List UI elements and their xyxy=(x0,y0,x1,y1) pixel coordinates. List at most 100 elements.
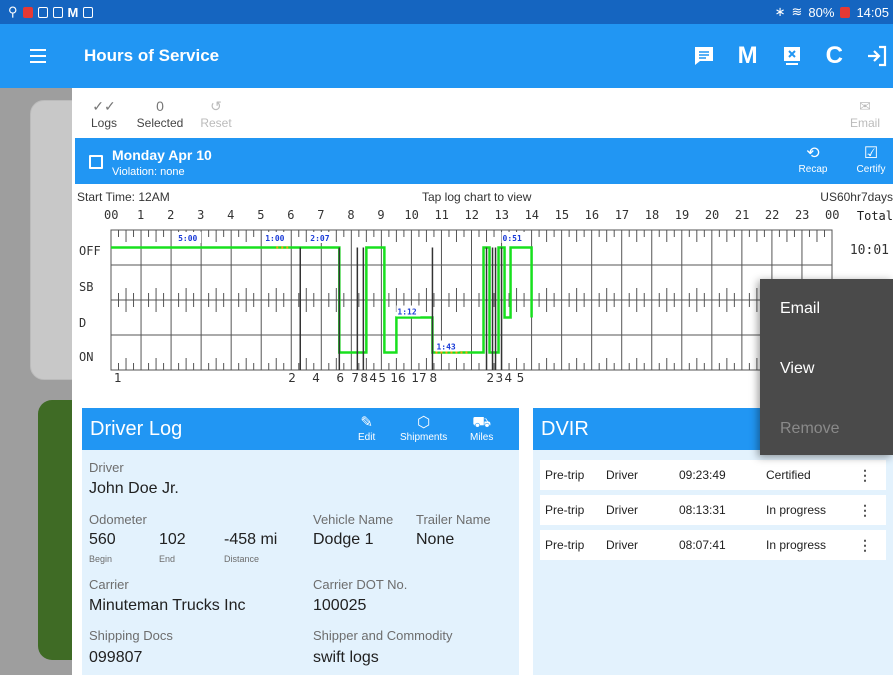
dvir-title: DVIR xyxy=(541,418,589,440)
menu-item-email[interactable]: Email xyxy=(760,279,893,339)
duration-label: 5:00 xyxy=(178,234,197,243)
edit-label: Edit xyxy=(358,432,376,443)
carrier-label: Carrier xyxy=(89,577,129,592)
wifi-icon: ≋ xyxy=(791,4,803,19)
odometer-distance: -458 mi xyxy=(224,531,278,548)
odometer-end: 102 xyxy=(159,531,186,548)
menu-item-remove[interactable]: Remove xyxy=(760,399,893,459)
event-number-label: 3 xyxy=(496,371,504,385)
dvir-status: Certified xyxy=(766,468,811,482)
dvir-status: In progress xyxy=(766,538,827,552)
begin-label: Begin xyxy=(89,554,113,564)
trailer-label: Trailer Name xyxy=(416,512,491,527)
reset-label: Reset xyxy=(200,116,232,130)
miles-label: Miles xyxy=(470,432,494,443)
logs-button[interactable]: ✓✓ Logs xyxy=(76,88,132,130)
dvir-row[interactable]: Pre-trip Driver 08:13:31 In progress ⋮ xyxy=(540,495,886,525)
dvir-time: 08:13:31 xyxy=(679,503,726,517)
event-number-label: 2 xyxy=(487,371,495,385)
selected-count: 0 xyxy=(156,98,164,114)
trailer-value: None xyxy=(416,531,455,548)
car-icon: ⛟ xyxy=(472,414,492,431)
duration-label: 2:07 xyxy=(310,234,329,243)
driver-log-header: Driver Log ✎ Edit ⬡ Shipments ⛟ Miles xyxy=(82,408,519,450)
message-icon[interactable] xyxy=(692,44,716,68)
carrier-value: Minuteman Trucks Inc xyxy=(89,597,246,614)
more-vert-icon[interactable]: ⋮ xyxy=(858,537,872,554)
more-vert-icon[interactable]: ⋮ xyxy=(858,467,872,484)
select-day-checkbox[interactable] xyxy=(89,155,103,169)
event-number-label: 1 xyxy=(114,371,122,385)
shipping-docs-label: Shipping Docs xyxy=(89,628,173,643)
image-icon xyxy=(83,6,94,18)
shipments-button[interactable]: ⬡ Shipments xyxy=(400,414,447,443)
dvir-row[interactable]: Pre-trip Driver 09:23:49 Certified ⋮ xyxy=(540,460,886,490)
dvir-type: Pre-trip xyxy=(545,503,585,517)
odometer-label: Odometer xyxy=(89,512,147,527)
battery-level: 80% xyxy=(808,4,835,20)
status-bar: ⚲ M ∗ ≋ 80% 14:05 xyxy=(0,0,893,24)
box-icon: ⬡ xyxy=(417,414,431,431)
logs-toolbar: ✓✓ Logs 0 Selected ↺ Reset ✉ Email xyxy=(72,88,893,138)
gmail-icon: M xyxy=(67,4,79,20)
event-number-label: 5 xyxy=(517,371,525,385)
menu-icon[interactable] xyxy=(30,41,60,71)
logs-label: Logs xyxy=(90,116,118,130)
duration-label: 1:00 xyxy=(265,234,284,243)
odometer-begin: 560 xyxy=(89,531,116,548)
history-icon: ⟲ xyxy=(806,145,820,162)
event-number-label: 16 xyxy=(390,371,405,385)
bluetooth-icon: ∗ xyxy=(774,4,786,19)
log-date: Monday Apr 10 xyxy=(112,147,212,163)
commodity-label: Shipper and Commodity xyxy=(313,628,453,643)
event-number-label: 17 xyxy=(411,371,426,385)
recap-label: Recap xyxy=(798,164,828,175)
duration-label: 0:51 xyxy=(503,234,522,243)
dvir-status: In progress xyxy=(766,503,827,517)
pencil-icon: ✎ xyxy=(360,414,373,431)
event-number-label: 8 xyxy=(429,371,437,385)
dot-label: Carrier DOT No. xyxy=(313,577,408,592)
recap-button[interactable]: ⟲ Recap xyxy=(791,144,835,175)
dvir-role: Driver xyxy=(606,468,638,482)
m-icon[interactable]: M xyxy=(738,42,758,70)
driver-value: John Doe Jr. xyxy=(89,480,179,497)
violation-status: Violation: none xyxy=(112,166,185,178)
driver-label: Driver xyxy=(89,460,124,475)
logout-icon[interactable] xyxy=(865,44,889,68)
selected-counter: 0 Selected xyxy=(132,88,188,130)
dvir-role: Driver xyxy=(606,503,638,517)
dvir-time: 08:07:41 xyxy=(679,538,726,552)
menu-item-view[interactable]: View xyxy=(760,339,893,399)
location-icon: ⚲ xyxy=(8,4,18,19)
duration-label: 1:12 xyxy=(397,308,416,317)
email-button[interactable]: ✉ Email xyxy=(837,88,893,130)
desktop-icon[interactable] xyxy=(780,44,804,68)
log-day-header[interactable]: Monday Apr 10 Violation: none ⟲ Recap ☑ … xyxy=(75,138,893,184)
certify-button[interactable]: ☑ Certify xyxy=(849,144,893,175)
clock: 14:05 xyxy=(856,4,889,20)
refresh-icon[interactable]: C xyxy=(826,42,843,70)
event-number-label: 5 xyxy=(378,371,386,385)
event-number-label: 4 xyxy=(505,371,513,385)
event-number-label: 8 xyxy=(360,371,368,385)
driver-log-title: Driver Log xyxy=(90,418,183,440)
more-vert-icon[interactable]: ⋮ xyxy=(858,502,872,519)
duration-label: 1:43 xyxy=(436,343,455,352)
event-number-label: 4 xyxy=(369,371,377,385)
app-bar: Hours of Service M C xyxy=(0,24,893,88)
end-label: End xyxy=(159,554,176,564)
vehicle-value: Dodge 1 xyxy=(313,531,374,548)
dvir-row[interactable]: Pre-trip Driver 08:07:41 In progress ⋮ xyxy=(540,530,886,560)
notification-icon xyxy=(37,6,48,18)
notification-icon xyxy=(52,6,63,18)
dvir-time: 09:23:49 xyxy=(679,468,726,482)
notification-icon xyxy=(22,6,33,18)
shipping-docs-value: 099807 xyxy=(89,649,143,666)
edit-button[interactable]: ✎ Edit xyxy=(358,414,375,443)
reset-button[interactable]: ↺ Reset xyxy=(188,88,244,130)
driver-log-panel: Driver Log ✎ Edit ⬡ Shipments ⛟ Miles Dr… xyxy=(82,408,519,675)
event-number-label: 7 xyxy=(351,371,359,385)
miles-button[interactable]: ⛟ Miles xyxy=(470,414,493,443)
battery-icon xyxy=(840,6,851,18)
